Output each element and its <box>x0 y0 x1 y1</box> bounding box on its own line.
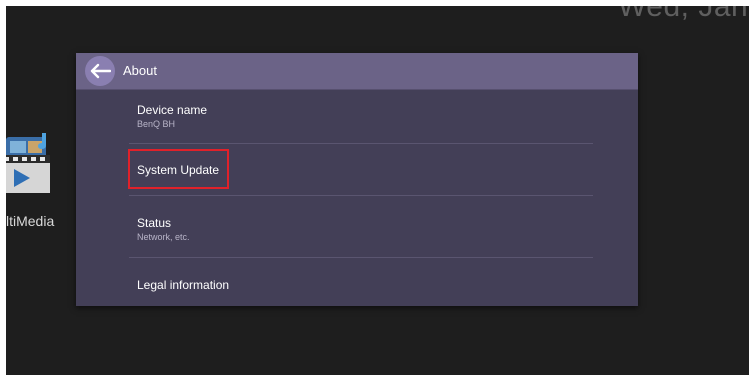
dialog-header: About <box>76 53 638 90</box>
multimedia-app-label[interactable]: ltiMedia <box>6 213 54 229</box>
arrow-left-icon <box>90 63 111 79</box>
menu-item-status[interactable]: Status Network, etc. <box>137 216 592 243</box>
menu-item-device-name[interactable]: Device name BenQ BH <box>137 103 592 130</box>
dialog-title: About <box>123 63 157 78</box>
tv-screen: Wed, Janua ltiMedia About <box>6 6 749 375</box>
item-title: Legal information <box>137 278 230 292</box>
menu-item-legal-information[interactable]: Legal information <box>137 278 592 292</box>
divider <box>129 257 593 258</box>
divider <box>129 143 593 144</box>
back-button[interactable] <box>85 56 115 86</box>
divider <box>129 195 593 196</box>
item-subtitle: BenQ BH <box>137 119 176 129</box>
highlight-box <box>128 149 229 189</box>
item-title: Status <box>137 216 172 230</box>
item-subtitle: Network, etc. <box>137 232 190 242</box>
about-dialog: About Device name BenQ BH System Update … <box>76 53 638 306</box>
item-title: Device name <box>137 103 208 117</box>
multimedia-icon[interactable] <box>6 131 54 195</box>
clock: Wed, Janua <box>618 6 749 23</box>
